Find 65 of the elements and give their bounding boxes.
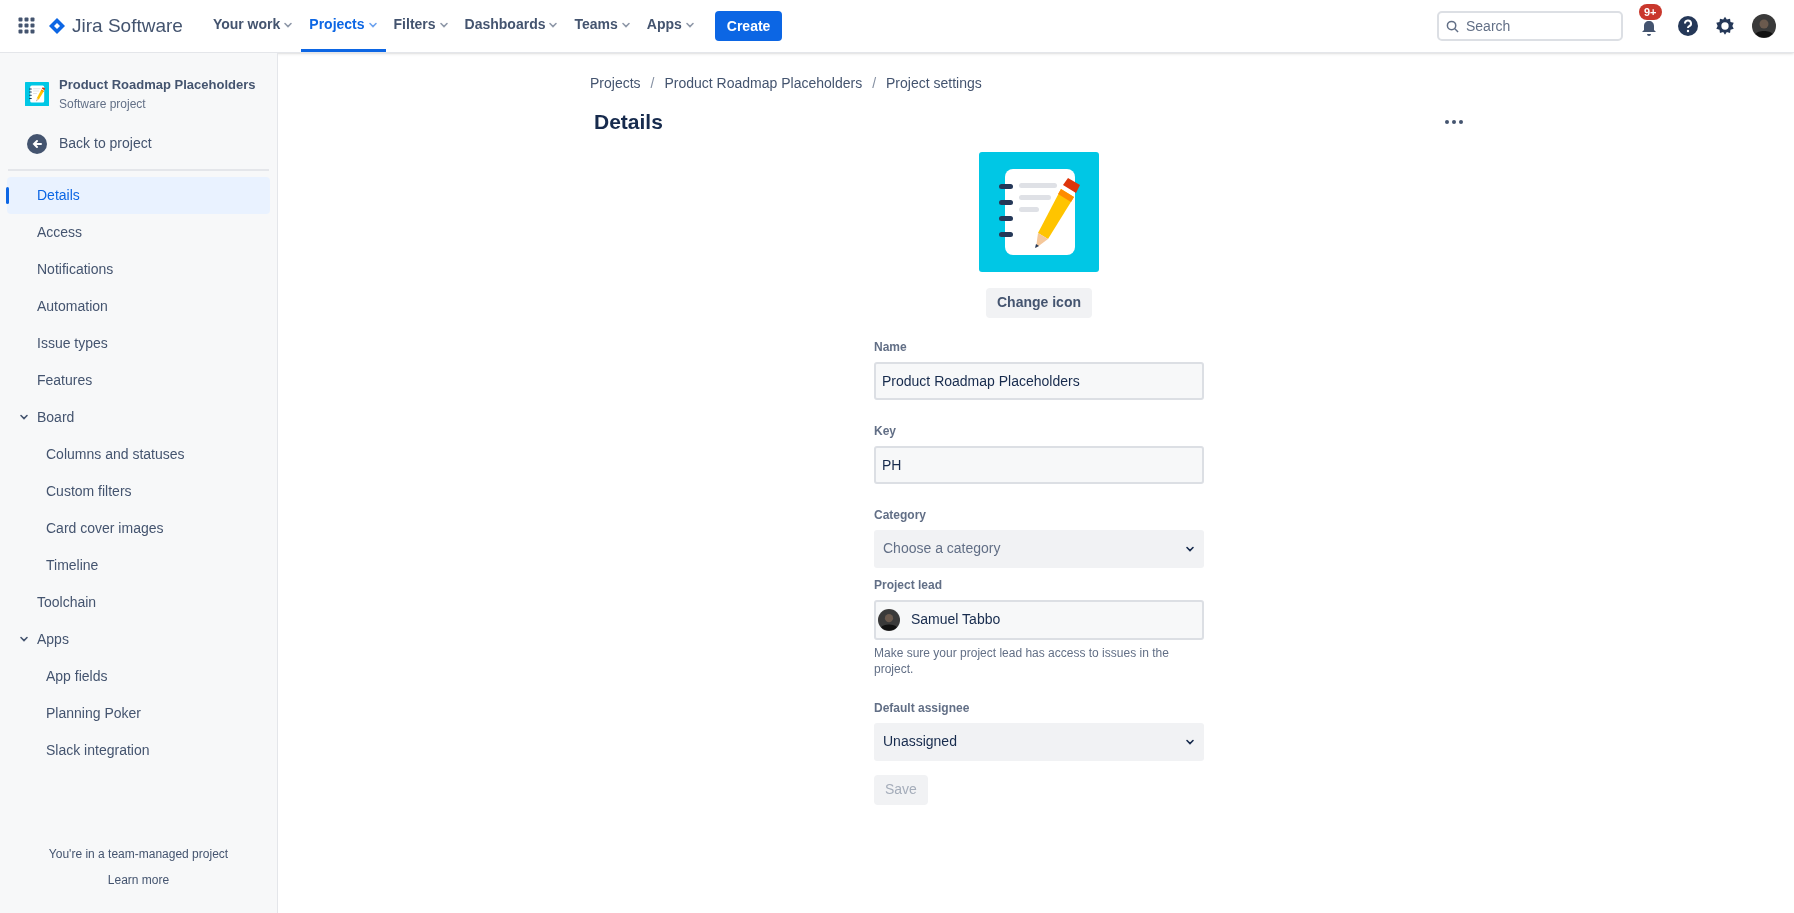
project-icon [979, 151, 1099, 272]
text-field[interactable]: PH [874, 445, 1204, 484]
breadcrumb-link[interactable]: Projects [590, 73, 641, 94]
caret-icon [19, 634, 29, 644]
select-field[interactable]: Unassigned [874, 722, 1204, 761]
breadcrumb-separator: / [650, 74, 655, 93]
sidebar-item[interactable]: Toolchain [7, 583, 270, 621]
select-placeholder: Choose a category [883, 539, 1001, 558]
sidebar-item[interactable]: Automation [7, 287, 270, 325]
sidebar-item[interactable]: App fields [7, 657, 270, 695]
field-label: Name [874, 338, 908, 356]
sidebar-item[interactable]: Slack integration [7, 731, 270, 769]
logo-icon[interactable] [48, 17, 66, 35]
app-switcher-icon[interactable] [18, 17, 36, 35]
nav-tab[interactable]: Teams [566, 0, 639, 52]
breadcrumb-link[interactable]: Product Roadmap Placeholders [664, 73, 863, 94]
nav-tab[interactable]: Your work [204, 0, 302, 52]
breadcrumb-link[interactable]: Project settings [886, 73, 982, 94]
field-label: Project lead [874, 576, 944, 594]
search-field[interactable]: Search [1437, 11, 1623, 41]
sidebar-group[interactable]: Board [7, 398, 270, 436]
nav-tab[interactable]: Filters [385, 0, 457, 52]
search-icon [1446, 20, 1459, 33]
nav-tab[interactable]: Dashboards [456, 0, 567, 52]
sidebar-item[interactable]: Custom filters [7, 472, 270, 510]
project-name: Product Roadmap Placeholders [59, 76, 256, 94]
breadcrumb-separator: / [872, 74, 877, 93]
save-button: Save [874, 774, 928, 805]
sidebar-item[interactable]: Issue types [7, 324, 270, 362]
sidebar-item[interactable]: Features [7, 361, 270, 399]
sidebar-item[interactable]: Card cover images [7, 509, 270, 547]
learn-more-link[interactable]: Learn more [107, 871, 170, 889]
avatar-icon [878, 608, 900, 631]
select-field[interactable]: Choose a category [874, 529, 1204, 568]
change-icon-button[interactable]: Change icon [986, 287, 1092, 318]
nav-tab[interactable]: Apps [638, 0, 703, 52]
help-icon[interactable] [1677, 15, 1699, 37]
notification-badge: 9+ [1639, 4, 1662, 20]
settings-icon[interactable] [1714, 15, 1736, 37]
select-value: Unassigned [883, 732, 957, 751]
sidebar-item[interactable]: Timeline [7, 546, 270, 584]
page-title: Details [594, 109, 663, 135]
nav-tab[interactable]: Projects [301, 0, 386, 52]
avatar-icon [1752, 14, 1776, 38]
project-type: Software project [59, 95, 147, 113]
caret-icon [19, 412, 29, 422]
text-field[interactable]: Product Roadmap Placeholders [874, 361, 1204, 400]
footer-note: You're in a team-managed project [48, 846, 229, 863]
sidebar-item[interactable]: Planning Poker [7, 694, 270, 732]
field-label: Key [874, 422, 897, 440]
user-name: Samuel Tabbo [911, 610, 1001, 629]
sidebar-item[interactable]: Details [7, 176, 270, 214]
user-field[interactable]: Samuel Tabbo [874, 599, 1204, 640]
product-name[interactable]: Jira Software [72, 11, 183, 41]
back-link[interactable]: Back to project [7, 126, 270, 161]
project-avatar-icon [25, 81, 49, 106]
sidebar-group[interactable]: Apps [7, 620, 270, 658]
sidebar-item[interactable]: Access [7, 213, 270, 251]
field-label: Default assignee [874, 699, 971, 717]
create-button[interactable]: Create [714, 11, 783, 41]
more-icon[interactable] [1444, 118, 1464, 125]
field-label: Category [874, 506, 927, 524]
help-text: Make sure your project lead has access to issues in the project. [874, 644, 1170, 677]
sidebar-item[interactable]: Columns and statuses [7, 435, 270, 473]
sidebar-item[interactable]: Notifications [7, 250, 270, 288]
